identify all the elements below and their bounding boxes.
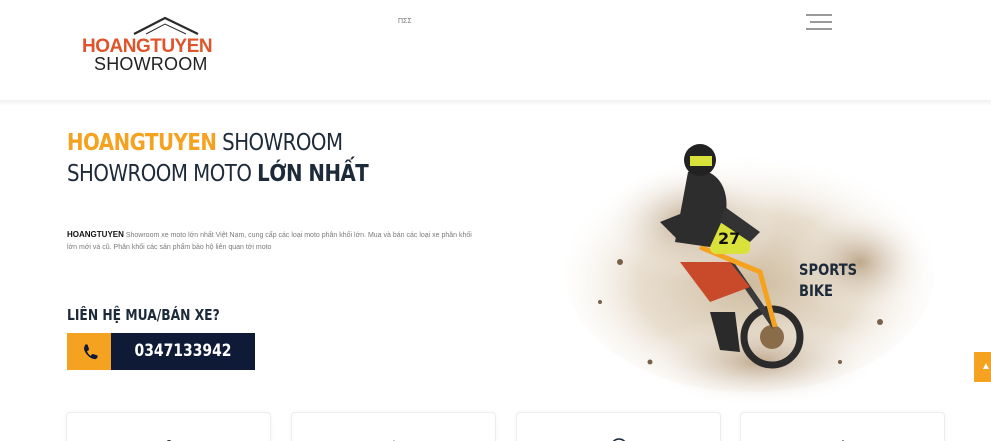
logo-roof-icon <box>133 16 199 35</box>
header-small-text: ΠΣΣ <box>398 18 412 25</box>
phone-button[interactable]: 0347133942 <box>67 333 255 370</box>
helmet-icon <box>166 440 172 441</box>
page: HOANGTUYEN SHOWROOM ΠΣΣ HOANGTUYEN SHOWR… <box>0 0 991 441</box>
wrench-icon <box>393 440 395 441</box>
image-caption: SPORTS BIKE <box>799 259 857 301</box>
chevron-up-icon: ▲ <box>981 361 991 372</box>
image-caption-line1: SPORTS <box>799 260 858 279</box>
circle-icon <box>612 438 626 441</box>
hero-title-line2: SHOWROOM MOTO <box>67 161 258 187</box>
hero-title-rest: SHOWROOM <box>216 130 343 156</box>
feature-card[interactable] <box>740 412 945 441</box>
feature-card[interactable] <box>291 412 496 441</box>
phone-number: 0347133942 <box>134 341 232 361</box>
hamburger-icon[interactable] <box>806 11 832 33</box>
phone-number-box: 0347133942 <box>111 333 255 370</box>
tag-icon <box>841 439 845 441</box>
motocross-rider-image: 27 <box>565 144 935 407</box>
feature-card[interactable] <box>66 412 271 441</box>
hero-title-brand: HOANGTUYEN <box>67 130 217 156</box>
header-divider <box>0 100 991 106</box>
site-header: HOANGTUYEN SHOWROOM ΠΣΣ <box>0 0 991 100</box>
phone-icon <box>67 333 111 370</box>
hero-title-line2-bold: LỚN NHẤT <box>257 161 369 187</box>
hero-description-text: Showroom xe moto lớn nhất Việt Nam, cung… <box>67 232 472 251</box>
svg-text:27: 27 <box>718 229 740 248</box>
logo-text-bottom: SHOWROOM <box>94 54 208 74</box>
site-logo[interactable]: HOANGTUYEN SHOWROOM <box>82 14 232 80</box>
hero-title: HOANGTUYEN SHOWROOM SHOWROOM MOTO LỚN NH… <box>67 128 369 190</box>
image-caption-line2: BIKE <box>799 281 834 300</box>
scroll-up-button[interactable]: ▲ <box>974 352 991 382</box>
contact-label: LIÊN HỆ MUA/BÁN XE? <box>67 306 220 324</box>
feature-card[interactable] <box>516 412 721 441</box>
hero-description: HOANGTUYEN Showroom xe moto lớn nhất Việ… <box>67 229 477 254</box>
hero-description-brand: HOANGTUYEN <box>67 230 124 239</box>
